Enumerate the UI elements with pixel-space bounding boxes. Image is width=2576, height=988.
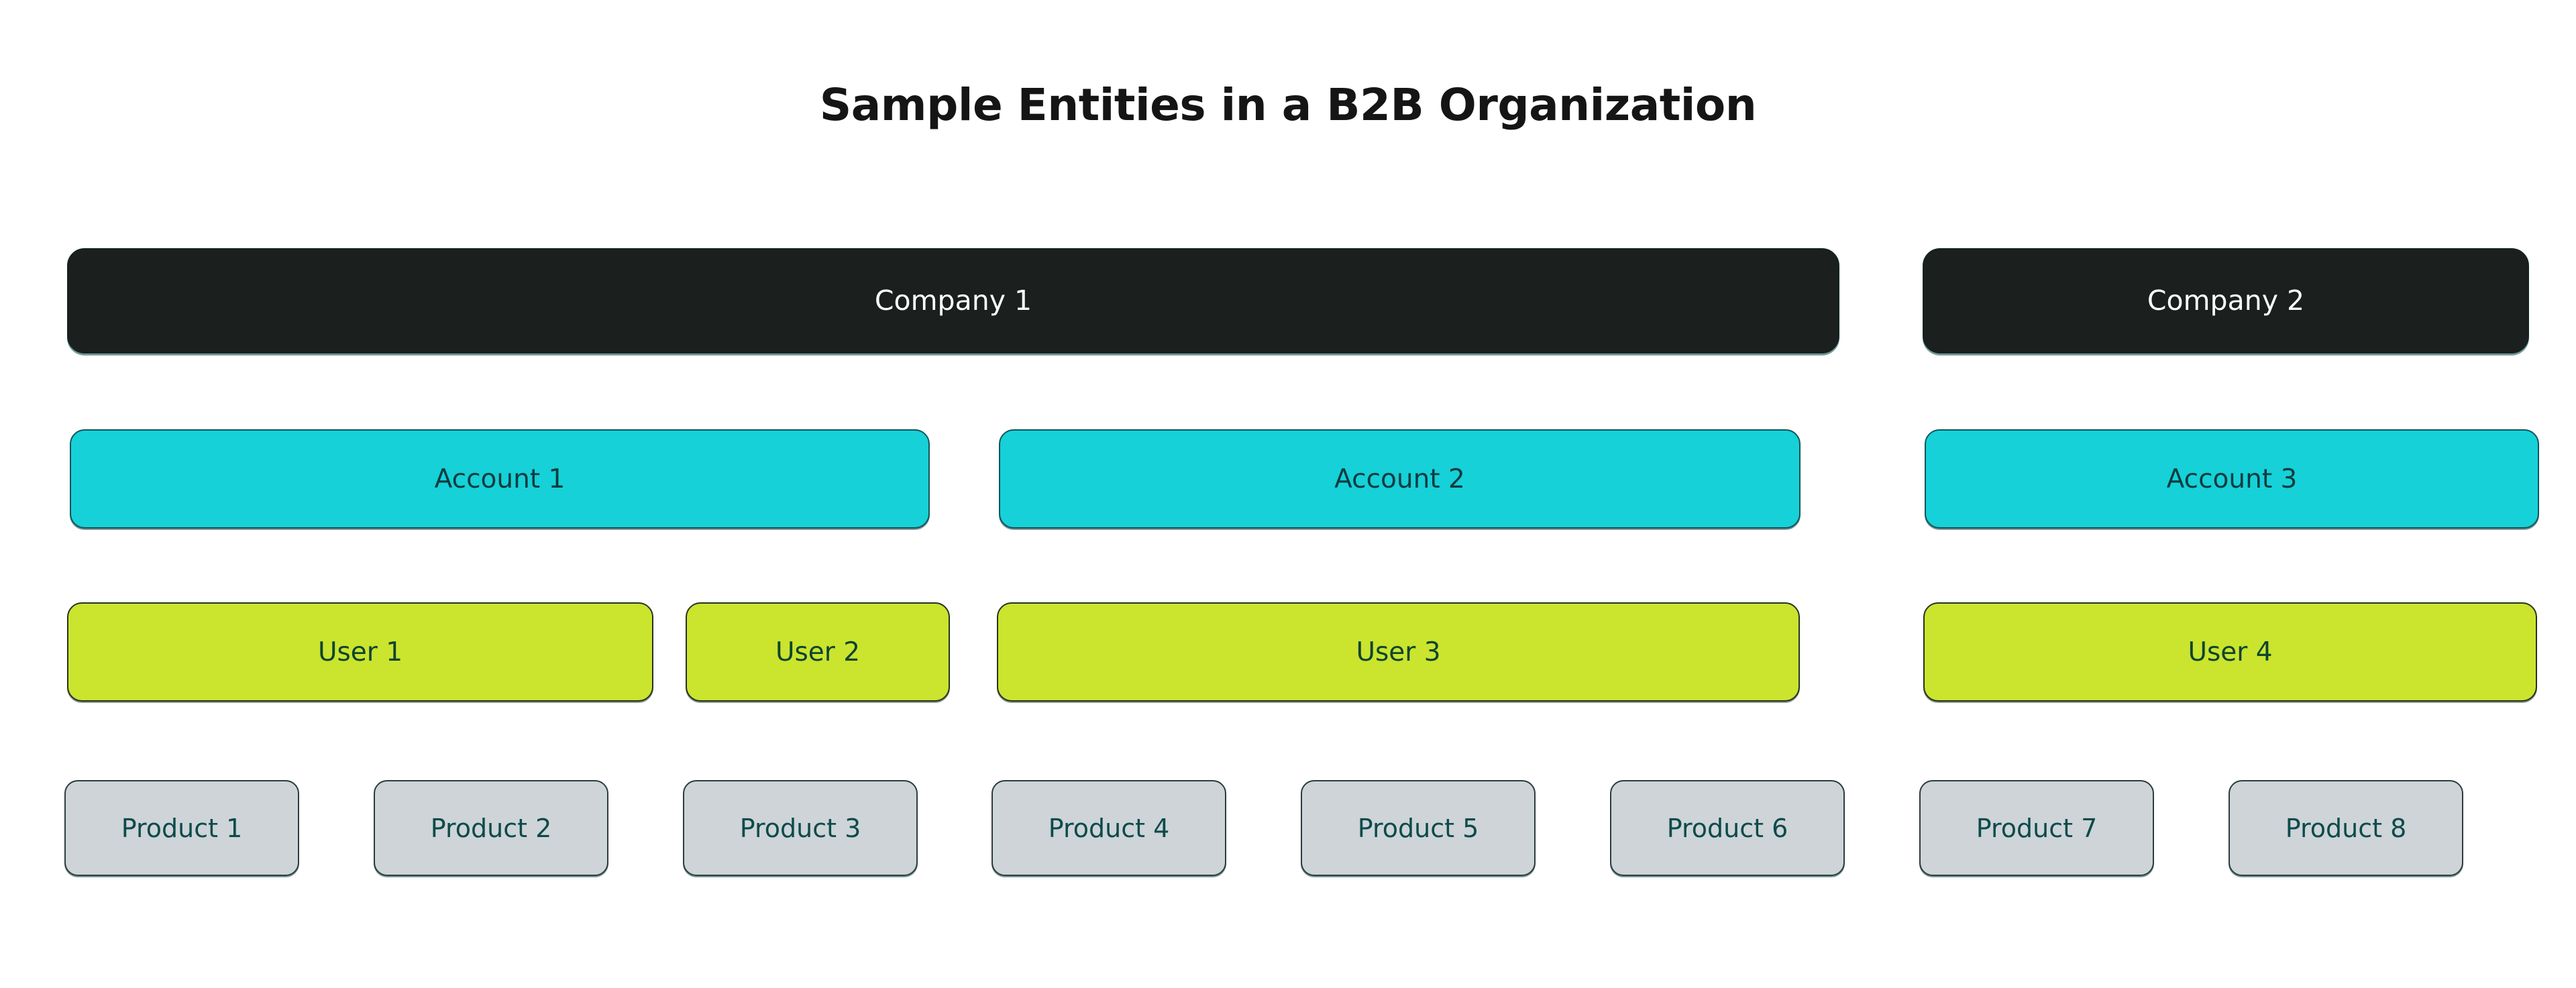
product-node[interactable]: Product 5 <box>1301 780 1536 876</box>
product-node-label: Product 3 <box>739 813 861 843</box>
user-node-label: User 3 <box>1356 637 1441 667</box>
product-node[interactable]: Product 6 <box>1610 780 1845 876</box>
product-node-label: Product 8 <box>2285 813 2407 843</box>
company-node[interactable]: Company 1 <box>67 248 1839 353</box>
product-node-label: Product 7 <box>1976 813 2098 843</box>
account-node[interactable]: Account 3 <box>1925 429 2539 529</box>
user-node-label: User 2 <box>775 637 861 667</box>
user-node[interactable]: User 3 <box>997 602 1800 702</box>
user-node-label: User 1 <box>317 637 403 667</box>
company-node-label: Company 1 <box>874 284 1032 317</box>
product-node-label: Product 4 <box>1048 813 1170 843</box>
product-node[interactable]: Product 3 <box>683 780 918 876</box>
user-node[interactable]: User 1 <box>67 602 653 702</box>
user-node[interactable]: User 2 <box>686 602 950 702</box>
product-node-label: Product 2 <box>430 813 552 843</box>
account-node-label: Account 1 <box>434 463 566 494</box>
page-title: Sample Entities in a B2B Organization <box>819 79 1757 131</box>
user-node[interactable]: User 4 <box>1923 602 2537 702</box>
product-node[interactable]: Product 7 <box>1919 780 2154 876</box>
company-node-label: Company 2 <box>2147 284 2305 317</box>
account-node[interactable]: Account 1 <box>70 429 930 529</box>
user-node-label: User 4 <box>2188 637 2273 667</box>
product-node-label: Product 1 <box>121 813 243 843</box>
product-node-label: Product 6 <box>1666 813 1788 843</box>
product-node[interactable]: Product 1 <box>64 780 299 876</box>
account-node-label: Account 2 <box>1334 463 1465 494</box>
product-node[interactable]: Product 2 <box>374 780 608 876</box>
account-node[interactable]: Account 2 <box>999 429 1801 529</box>
product-node[interactable]: Product 4 <box>991 780 1226 876</box>
account-node-label: Account 3 <box>2166 463 2298 494</box>
diagram-canvas: Sample Entities in a B2B Organization Co… <box>0 0 2576 988</box>
product-node-label: Product 5 <box>1357 813 1479 843</box>
company-node[interactable]: Company 2 <box>1923 248 2529 353</box>
product-node[interactable]: Product 8 <box>2229 780 2463 876</box>
